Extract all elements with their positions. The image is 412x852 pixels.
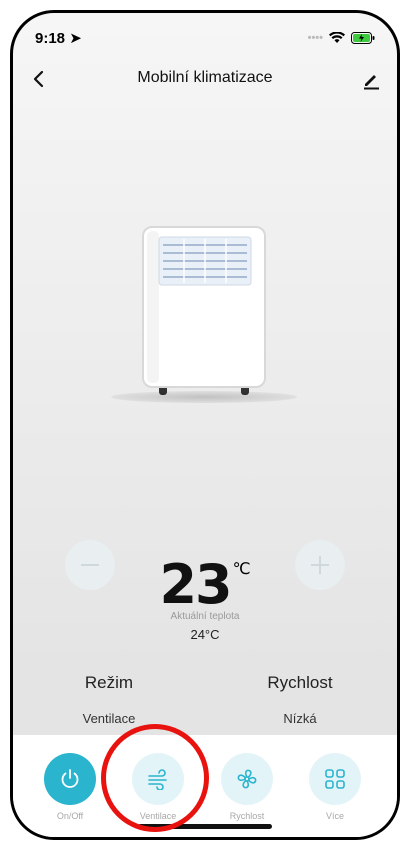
current-temperature-label: Aktuální teplota <box>170 611 240 622</box>
signal-icon: •••• <box>307 32 323 44</box>
speed-info[interactable]: Rychlost Nízká <box>240 673 360 726</box>
status-time: 9:18 <box>35 30 66 47</box>
wifi-icon <box>329 32 345 43</box>
temperature-unit: ℃ <box>232 561 251 578</box>
battery-charging-icon <box>351 32 375 44</box>
fan-icon <box>237 769 257 789</box>
set-temperature: 23 ℃ <box>13 553 397 616</box>
speed-button-label: Rychlost <box>229 811 265 821</box>
mode-info[interactable]: Režim Ventilace <box>49 673 169 726</box>
status-bar: 9:18 ➤ •••• <box>35 27 375 49</box>
device-shadow <box>111 391 297 403</box>
phone-frame: 9:18 ➤ •••• Mobilní klimatizace 23 ℃ Akt… <box>10 10 400 840</box>
page-title: Mobilní klimatizace <box>137 69 273 86</box>
power-icon <box>61 769 79 788</box>
edit-pencil-icon[interactable] <box>359 67 383 91</box>
on-off-label: On/Off <box>56 811 84 821</box>
status-time-group: 9:18 ➤ <box>35 29 82 47</box>
more-button[interactable]: Více <box>300 753 370 821</box>
mode-label: Režim <box>84 673 134 692</box>
air-conditioner-image <box>142 226 266 395</box>
power-button-circle <box>44 753 96 805</box>
speed-label: Rychlost <box>267 673 333 692</box>
speed-value: Nízká <box>283 711 317 726</box>
location-arrow-icon: ➤ <box>69 30 82 47</box>
speed-button-circle <box>221 753 273 805</box>
highlight-circle <box>101 724 209 832</box>
more-label: Více <box>325 811 344 821</box>
grid-icon <box>325 769 345 789</box>
more-button-circle <box>309 753 361 805</box>
set-temperature-value: 23 <box>159 553 232 616</box>
current-temperature-value: 24°C <box>190 627 220 642</box>
status-right: •••• <box>308 32 375 44</box>
top-nav: Mobilní klimatizace <box>13 65 397 93</box>
on-off-button[interactable]: On/Off <box>35 753 105 821</box>
speed-button[interactable]: Rychlost <box>212 753 282 821</box>
